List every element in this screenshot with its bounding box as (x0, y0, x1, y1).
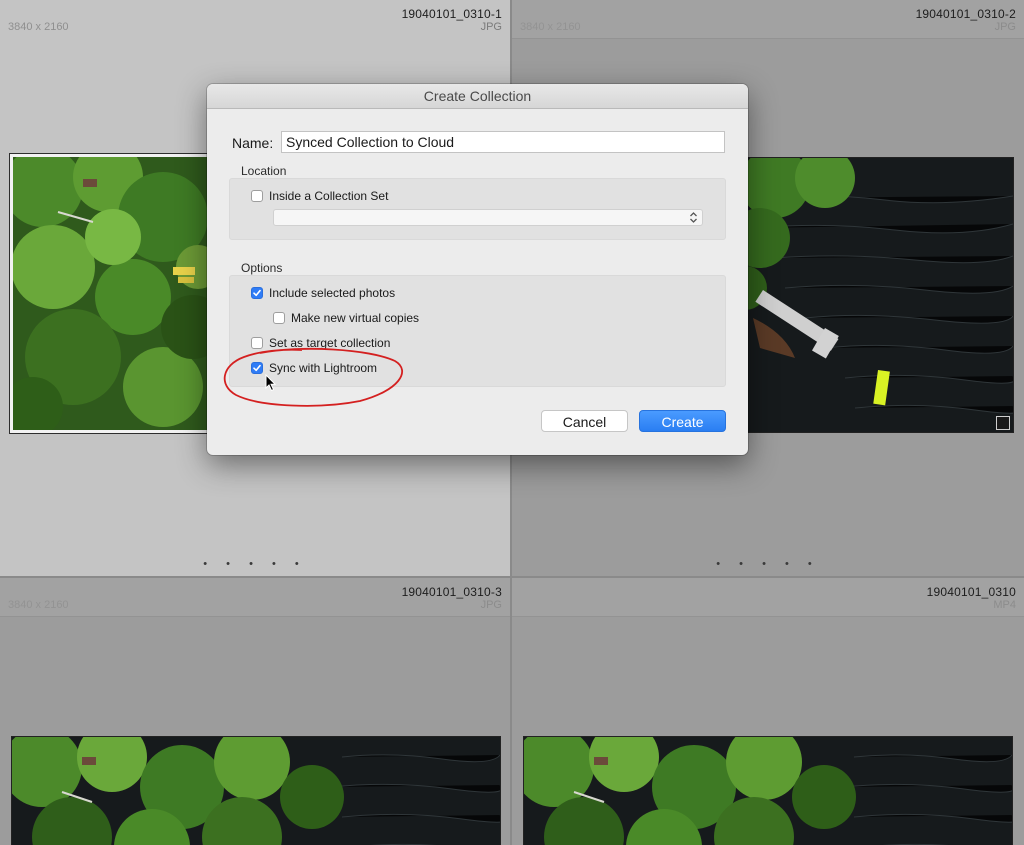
cell-filetype: MP4 (993, 599, 1016, 611)
edited-badge-icon (996, 416, 1010, 430)
checkbox-unchecked[interactable] (273, 312, 285, 324)
cell-filename: 19040101_0310-2 (915, 7, 1016, 21)
cell-dimensions: 3840 x 2160 (8, 21, 69, 33)
checkbox-unchecked[interactable] (251, 190, 263, 202)
grid-cell-4[interactable]: 19040101_0310 MP4 (512, 578, 1024, 845)
make-virtual-copies-checkbox[interactable]: Make new virtual copies (273, 311, 419, 325)
cell-filename: 19040101_0310-1 (401, 7, 502, 21)
set-target-collection-checkbox[interactable]: Set as target collection (251, 336, 390, 350)
thumbnail-image[interactable] (11, 736, 501, 845)
cell-dimensions: 3840 x 2160 (520, 21, 581, 33)
updown-chevron-icon (690, 212, 697, 223)
set-target-collection-label: Set as target collection (269, 336, 391, 350)
make-virtual-copies-label: Make new virtual copies (291, 311, 420, 325)
dialog-title: Create Collection (207, 84, 748, 109)
options-section-label: Options (241, 261, 283, 275)
collection-set-select[interactable] (273, 209, 703, 226)
cell-filename: 19040101_0310 (926, 585, 1016, 599)
checkmark-icon (253, 364, 261, 372)
cell-filetype: JPG (480, 599, 502, 611)
cancel-button[interactable]: Cancel (541, 410, 628, 432)
grid-cell-3[interactable]: 19040101_0310-3 JPG 3840 x 2160 (0, 578, 510, 845)
create-button[interactable]: Create (639, 410, 726, 432)
include-selected-photos-checkbox[interactable]: Include selected photos (251, 286, 395, 300)
thumbnail-image[interactable] (523, 736, 1013, 845)
name-label: Name: (232, 135, 274, 151)
include-selected-photos-label: Include selected photos (269, 286, 396, 300)
sync-with-lightroom-label: Sync with Lightroom (269, 361, 378, 375)
checkbox-unchecked[interactable] (251, 337, 263, 349)
sync-with-lightroom-checkbox[interactable]: Sync with Lightroom (251, 361, 377, 375)
checkbox-checked[interactable] (251, 287, 263, 299)
location-section-label: Location (241, 164, 287, 178)
inside-collection-set-label: Inside a Collection Set (269, 189, 389, 203)
inside-collection-set-checkbox[interactable]: Inside a Collection Set (251, 189, 388, 203)
checkmark-icon (253, 289, 261, 297)
cell-filetype: JPG (994, 21, 1016, 33)
mouse-cursor-icon (265, 374, 277, 392)
collection-name-input[interactable] (281, 131, 725, 153)
rating-dots[interactable]: • • • • • (512, 558, 1024, 570)
cell-filetype: JPG (480, 21, 502, 33)
checkbox-checked[interactable] (251, 362, 263, 374)
rating-dots[interactable]: • • • • • (0, 558, 510, 570)
create-collection-dialog: Create Collection Name: Location Inside … (207, 84, 748, 455)
cell-dimensions: 3840 x 2160 (8, 599, 69, 611)
cell-filename: 19040101_0310-3 (401, 585, 502, 599)
